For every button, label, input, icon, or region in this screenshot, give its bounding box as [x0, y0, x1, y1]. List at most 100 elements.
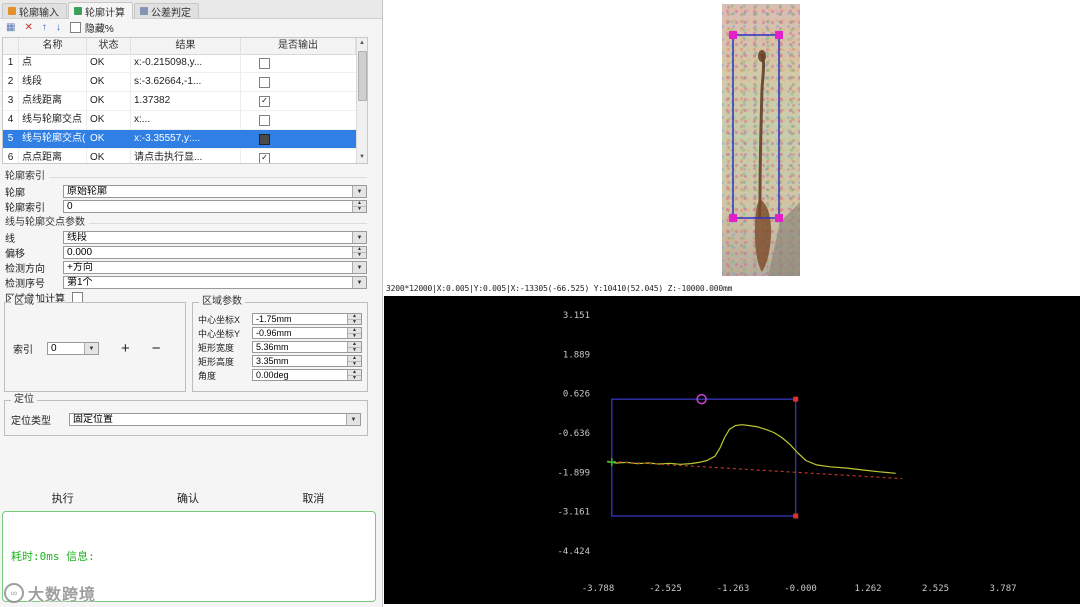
region-param-spinner[interactable]: 0.00deg ▲ ▼	[252, 369, 362, 381]
spin-down-icon[interactable]: ▼	[348, 347, 361, 352]
y-tick-label: -3.161	[557, 508, 590, 518]
move-down-icon[interactable]: ↓	[56, 22, 61, 33]
remove-region-button[interactable]: −	[152, 341, 161, 356]
combo-value: 第1个	[67, 277, 93, 288]
combo-value: 固定位置	[73, 414, 113, 425]
spin-down-icon[interactable]: ▼	[353, 253, 366, 258]
dropdown-icon[interactable]: ▼	[352, 277, 366, 288]
col-name[interactable]: 名称	[19, 38, 87, 54]
result-table: 名称 状态 结果 是否输出 1 点 OK x:-0.215098,y... 2 线段 OK s…	[2, 37, 368, 164]
y-tick-label: 1.889	[563, 350, 590, 360]
spinner-arrows: ▲ ▼	[347, 328, 361, 338]
delete-icon[interactable]: ✕	[24, 22, 32, 33]
cell-name: 点	[19, 54, 87, 72]
intersection-field-label: 偏移	[5, 249, 25, 260]
contour-fields: 轮廓 原始轮廓 ▼ 轮廓索引 0 ▲ ▼	[5, 184, 367, 214]
chart-region-handle[interactable]	[793, 513, 799, 519]
table-row[interactable]: 6 点点距离 OK 请点击执行显... ✓	[3, 149, 356, 163]
x-tick-label: -2.525	[649, 584, 682, 594]
row-number: 1	[3, 54, 19, 72]
positioning-row: 定位类型 固定位置 ▼	[11, 412, 361, 427]
col-output[interactable]: 是否输出	[241, 38, 356, 54]
region-param-spinner[interactable]: -0.96mm ▲ ▼	[252, 327, 362, 339]
chart-region-handle[interactable]	[793, 396, 799, 402]
dropdown-icon[interactable]: ▼	[84, 343, 98, 354]
cell-name: 线段	[19, 73, 87, 91]
positioning-type-combo[interactable]: 固定位置 ▼	[69, 413, 361, 426]
region-param-spinner[interactable]: 5.36mm ▲ ▼	[252, 341, 362, 353]
specimen-head	[758, 50, 766, 62]
region-handle[interactable]	[775, 31, 783, 39]
intersection-combo[interactable]: 第1个 ▼	[63, 276, 367, 289]
watermark: ∞ 大数跨境	[4, 581, 96, 605]
tab-contour-input[interactable]: 轮廓输入	[2, 3, 67, 19]
confirm-button[interactable]: 确认	[167, 488, 209, 508]
intersection-combo[interactable]: 线段 ▼	[63, 231, 367, 244]
dropdown-icon[interactable]: ▼	[346, 414, 360, 425]
grid-icon[interactable]: ▦	[6, 22, 15, 33]
output-checkbox[interactable]	[259, 76, 270, 88]
output-checkbox[interactable]	[259, 57, 270, 69]
table-row[interactable]: 3 点线距离 OK 1.37382 ✓	[3, 92, 356, 111]
image-status-line: 3200*12000|X:0.005|Y:0.005|X:-13305(-66.…	[386, 284, 733, 293]
specimen-image[interactable]	[722, 4, 800, 276]
chart-region-rect[interactable]	[611, 398, 797, 517]
cell-status: OK	[87, 73, 131, 91]
x-tick-label: -3.788	[582, 584, 615, 594]
region-param-spinner[interactable]: -1.75mm ▲ ▼	[252, 313, 362, 325]
scroll-down-icon[interactable]: ▼	[359, 152, 365, 163]
profile-chart[interactable]: 3.151 1.889 0.626 -0.636 -1.899 -3.161 -4.424 -…	[384, 296, 1080, 604]
output-checkbox[interactable]	[259, 133, 270, 145]
dropdown-icon[interactable]: ▼	[352, 186, 366, 197]
intersection-field-row: 偏移 0.000 ▲ ▼	[5, 245, 367, 260]
table-row[interactable]: 5线与轮廓交点(1)OKx:-3.35557,y:...	[3, 130, 356, 149]
scroll-thumb[interactable]	[357, 51, 367, 101]
table-row[interactable]: 2 线段 OK s:-3.62664,-1...	[3, 73, 356, 92]
intersection-combo[interactable]: +方向 ▼	[63, 261, 367, 274]
add-region-button[interactable]: +	[121, 341, 130, 356]
spinner-arrows: ▲ ▼	[347, 314, 361, 324]
region-handle[interactable]	[729, 214, 737, 222]
scroll-up-icon[interactable]: ▲	[359, 38, 365, 49]
region-index-combo[interactable]: 0 ▼	[47, 342, 99, 355]
region-handle[interactable]	[775, 214, 783, 222]
spin-down-icon[interactable]: ▼	[353, 207, 366, 212]
contour-combo[interactable]: 原始轮廓 ▼	[63, 185, 367, 198]
cell-result: x:-0.215098,y...	[131, 54, 241, 72]
table-scrollbar[interactable]: ▲ ▼	[356, 38, 367, 163]
dropdown-icon[interactable]: ▼	[352, 232, 366, 243]
region-param-spinner[interactable]: 3.35mm ▲ ▼	[252, 355, 362, 367]
spin-down-icon[interactable]: ▼	[348, 319, 361, 324]
col-status[interactable]: 状态	[87, 38, 131, 54]
region-handle[interactable]	[729, 31, 737, 39]
output-checkbox[interactable]: ✓	[259, 152, 270, 163]
watermark-text: 大数跨境	[28, 587, 97, 604]
region-index-label: 索引	[13, 345, 33, 356]
cell-output: ✓	[241, 149, 356, 163]
col-result[interactable]: 结果	[131, 38, 241, 54]
contour-spinner[interactable]: 0 ▲ ▼	[63, 200, 367, 213]
table-body: 1 点 OK x:-0.215098,y... 2 线段 OK s:-3.62664,-1..…	[3, 54, 356, 163]
table-row[interactable]: 1 点 OK x:-0.215098,y...	[3, 54, 356, 73]
spin-down-icon[interactable]: ▼	[348, 333, 361, 338]
move-up-icon[interactable]: ↑	[42, 22, 47, 33]
hide-label: 隐藏%	[84, 24, 114, 35]
tab-contour-calc[interactable]: 轮廓计算	[68, 2, 133, 19]
spin-down-icon[interactable]: ▼	[348, 361, 361, 366]
cell-status: OK	[87, 130, 131, 148]
output-checkbox[interactable]: ✓	[259, 95, 270, 107]
contour-input-icon	[8, 7, 16, 15]
dropdown-icon[interactable]: ▼	[352, 262, 366, 273]
execute-button[interactable]: 执行	[42, 488, 84, 508]
hide-checkbox[interactable]	[69, 22, 81, 33]
positioning-group: 定位 定位类型 固定位置 ▼	[4, 394, 368, 436]
intersection-spinner[interactable]: 0.000 ▲ ▼	[63, 246, 367, 259]
image-region-rect[interactable]	[732, 34, 780, 219]
tab-tolerance[interactable]: 公差判定	[134, 3, 199, 19]
table-row[interactable]: 4 线与轮廓交点 OK x:...	[3, 111, 356, 130]
spin-down-icon[interactable]: ▼	[348, 375, 361, 380]
cancel-button[interactable]: 取消	[292, 488, 334, 508]
cell-result: x:-3.35557,y:...	[131, 130, 241, 148]
output-checkbox[interactable]	[259, 114, 270, 126]
tab-bar: 轮廓输入 轮廓计算 公差判定	[0, 0, 382, 19]
